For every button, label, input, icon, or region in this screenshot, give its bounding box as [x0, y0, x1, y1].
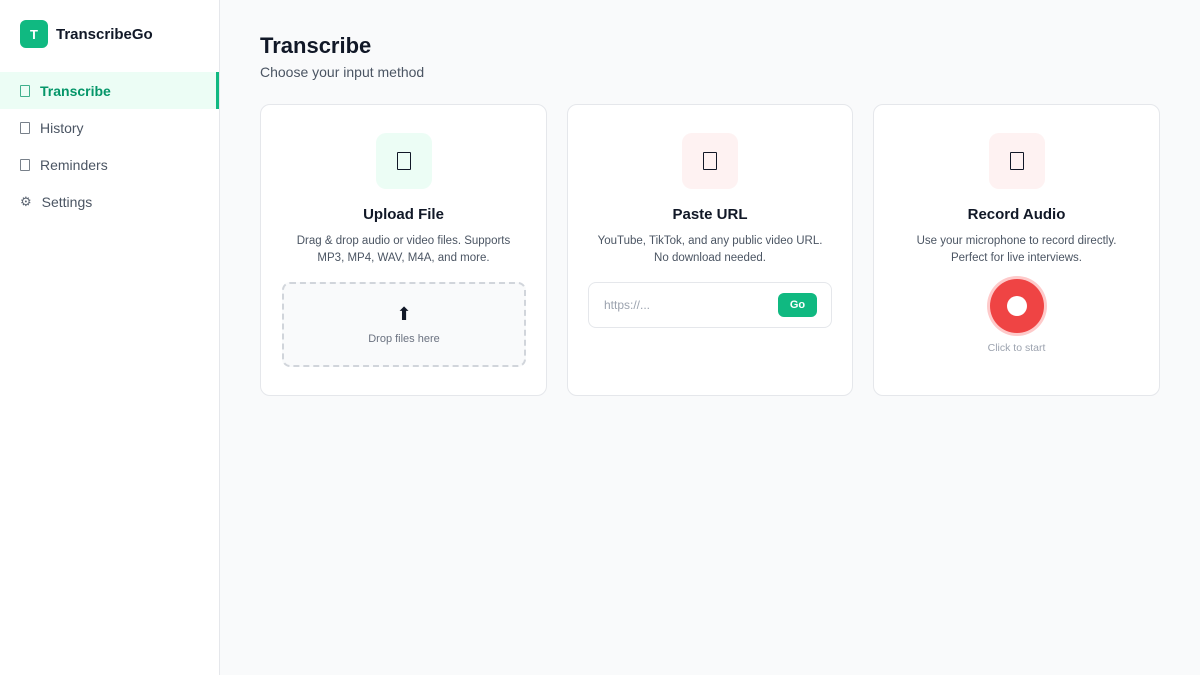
- sidebar-item-label: Transcribe: [40, 82, 111, 99]
- sidebar-item-label: History: [40, 119, 84, 136]
- card-title: Upload File: [363, 206, 444, 223]
- upload-file-card[interactable]: Upload File Drag & drop audio or video f…: [260, 104, 547, 396]
- upload-card-icon: [375, 133, 432, 189]
- sidebar-item-transcribe[interactable]: Transcribe: [0, 72, 219, 109]
- record-card-icon: [988, 133, 1045, 189]
- app-name: TranscribeGo: [56, 25, 153, 43]
- card-description: YouTube, TikTok, and any public video UR…: [597, 235, 823, 264]
- sidebar-nav: Transcribe History Reminders ⚙ Settings: [0, 72, 219, 220]
- page-subtitle: Choose your input method: [260, 64, 425, 80]
- document-icon: [20, 158, 30, 171]
- sidebar-item-settings[interactable]: ⚙ Settings: [0, 183, 219, 220]
- upload-arrow-icon: ⬆: [396, 304, 412, 324]
- file-dropzone[interactable]: ⬆ Drop files here: [282, 282, 526, 367]
- brand[interactable]: T TranscribeGo: [0, 0, 219, 68]
- page-title: Transcribe: [260, 33, 372, 58]
- app-logo: T: [20, 20, 48, 48]
- document-icon: [20, 84, 30, 97]
- dropzone-label: Drop files here: [368, 333, 440, 345]
- sidebar-item-history[interactable]: History: [0, 109, 219, 146]
- record-dot-icon: [1006, 296, 1027, 316]
- paste-url-card: Paste URL YouTube, TikTok, and any publi…: [567, 104, 853, 396]
- input-method-cards: Upload File Drag & drop audio or video f…: [260, 104, 1160, 396]
- link-icon: [703, 152, 717, 170]
- sidebar-item-label: Reminders: [40, 156, 108, 173]
- record-hint: Click to start: [987, 342, 1046, 354]
- record-audio-card: Record Audio Use your microphone to reco…: [873, 104, 1160, 396]
- card-title: Paste URL: [672, 206, 748, 223]
- document-icon: [20, 121, 30, 134]
- record-button[interactable]: [989, 279, 1044, 333]
- sidebar: T TranscribeGo Transcribe History Remind…: [0, 0, 220, 675]
- microphone-icon: [1009, 152, 1024, 170]
- go-button[interactable]: Go: [778, 293, 817, 317]
- main-content: Transcribe Choose your input method Uplo…: [260, 0, 1160, 396]
- url-input-group: Go: [588, 282, 832, 328]
- card-title: Record Audio: [967, 206, 1066, 223]
- gear-icon: ⚙: [20, 193, 32, 209]
- card-description: Use your microphone to record directly. …: [916, 235, 1117, 264]
- card-description: Drag & drop audio or video files. Suppor…: [296, 235, 511, 264]
- url-input[interactable]: [590, 284, 770, 326]
- sidebar-item-label: Settings: [41, 193, 93, 210]
- file-icon: [396, 152, 411, 170]
- url-card-icon: [682, 133, 738, 189]
- sidebar-item-reminders[interactable]: Reminders: [0, 146, 219, 183]
